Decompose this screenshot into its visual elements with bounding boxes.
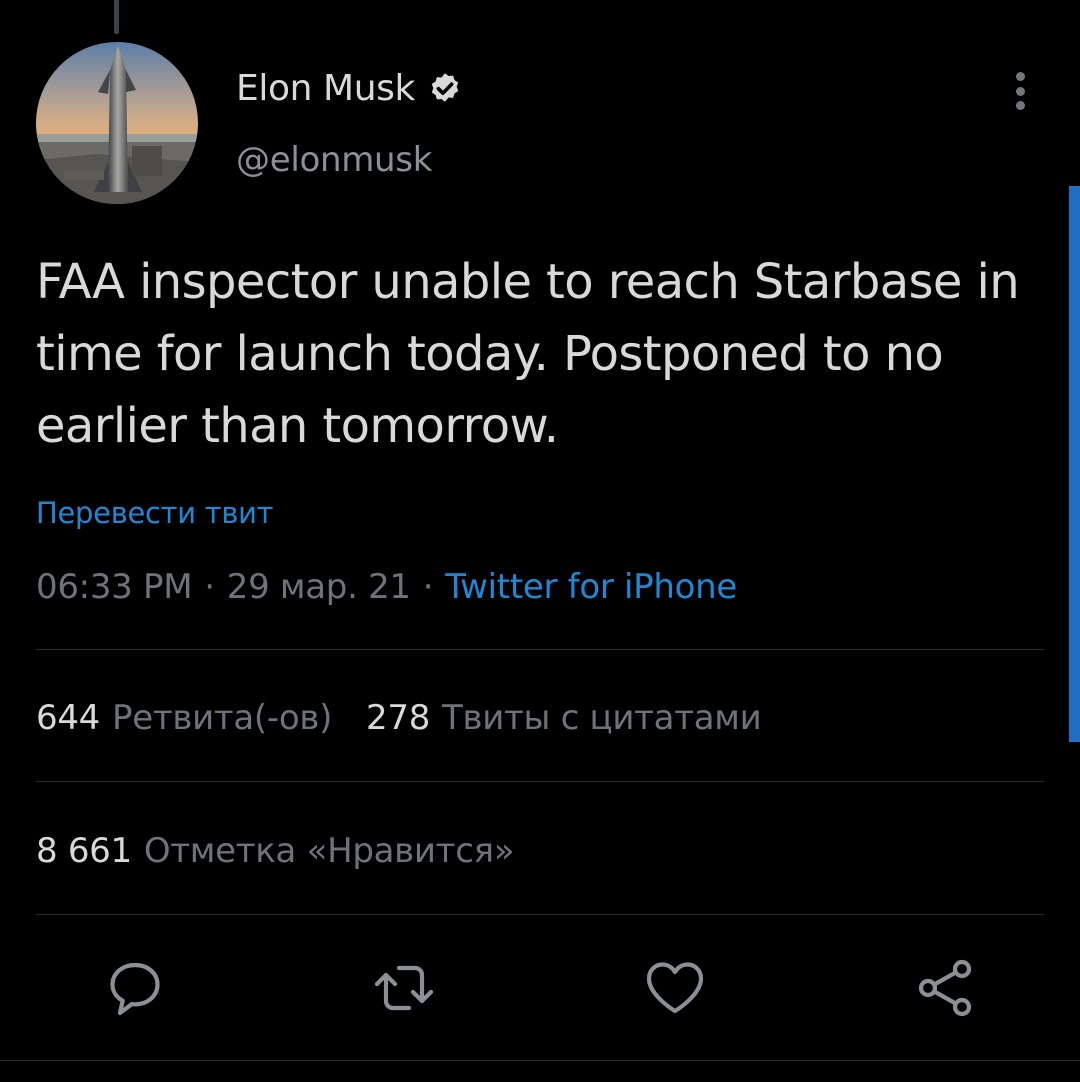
translate-tweet-link[interactable]: Перевести твит: [36, 496, 274, 530]
reply-button[interactable]: [102, 955, 168, 1021]
tweet-date: 29 мар. 21: [226, 567, 411, 607]
avatar[interactable]: [36, 42, 198, 204]
divider: [0, 1060, 1080, 1061]
more-vertical-icon[interactable]: [1005, 70, 1035, 112]
tweet-meta: 06:33 PM · 29 мар. 21 · Twitter for iPhone: [36, 567, 737, 607]
like-button[interactable]: [642, 955, 708, 1021]
retweets-count: 644: [36, 698, 100, 738]
stats-row-likes: 8 661 Отметка «Нравится»: [36, 831, 515, 871]
retweet-icon: [374, 965, 434, 1011]
tweet-text: FAA inspector unable to reach Starbase i…: [36, 254, 1020, 454]
author-name-row[interactable]: Elon Musk: [236, 68, 463, 109]
menu-dot: [1015, 101, 1025, 110]
reply-icon: [110, 962, 160, 1016]
action-bar: [0, 955, 1080, 1025]
avatar-image: [36, 42, 198, 204]
likes-label: Отметка «Нравится»: [143, 831, 515, 871]
like-icon: [646, 962, 704, 1014]
likes-stat[interactable]: 8 661 Отметка «Нравится»: [36, 831, 515, 871]
retweets-label: Ретвита(-ов): [112, 698, 333, 738]
likes-count: 8 661: [36, 831, 132, 871]
share-icon: [918, 959, 972, 1017]
retweets-stat[interactable]: 644 Ретвита(-ов): [36, 698, 332, 738]
quotes-label: Твиты с цитатами: [442, 698, 762, 738]
tweet-detail-screen: Elon Musk @elonmusk FAA inspector unable…: [0, 0, 1080, 1082]
divider: [36, 781, 1044, 782]
share-button[interactable]: [912, 955, 978, 1021]
meta-separator: ·: [204, 567, 215, 607]
thread-connector-line: [114, 0, 119, 34]
author-display-name[interactable]: Elon Musk: [236, 68, 415, 109]
stats-row-retweets-quotes: 644 Ретвита(-ов) 278 Твиты с цитатами: [36, 698, 762, 738]
quotes-stat[interactable]: 278 Твиты с цитатами: [366, 698, 762, 738]
author-handle[interactable]: @elonmusk: [236, 140, 432, 180]
scrollbar[interactable]: [1069, 186, 1080, 742]
verified-badge-icon: [431, 72, 459, 102]
divider: [36, 649, 1044, 650]
meta-separator: ·: [422, 567, 434, 607]
divider: [36, 914, 1044, 915]
quotes-count: 278: [366, 698, 431, 738]
retweet-button[interactable]: [371, 955, 437, 1021]
menu-dot: [1015, 86, 1025, 96]
tweet-time: 06:33 PM: [36, 567, 193, 607]
menu-dot: [1015, 72, 1025, 81]
tweet-source-link[interactable]: Twitter for iPhone: [445, 567, 737, 607]
